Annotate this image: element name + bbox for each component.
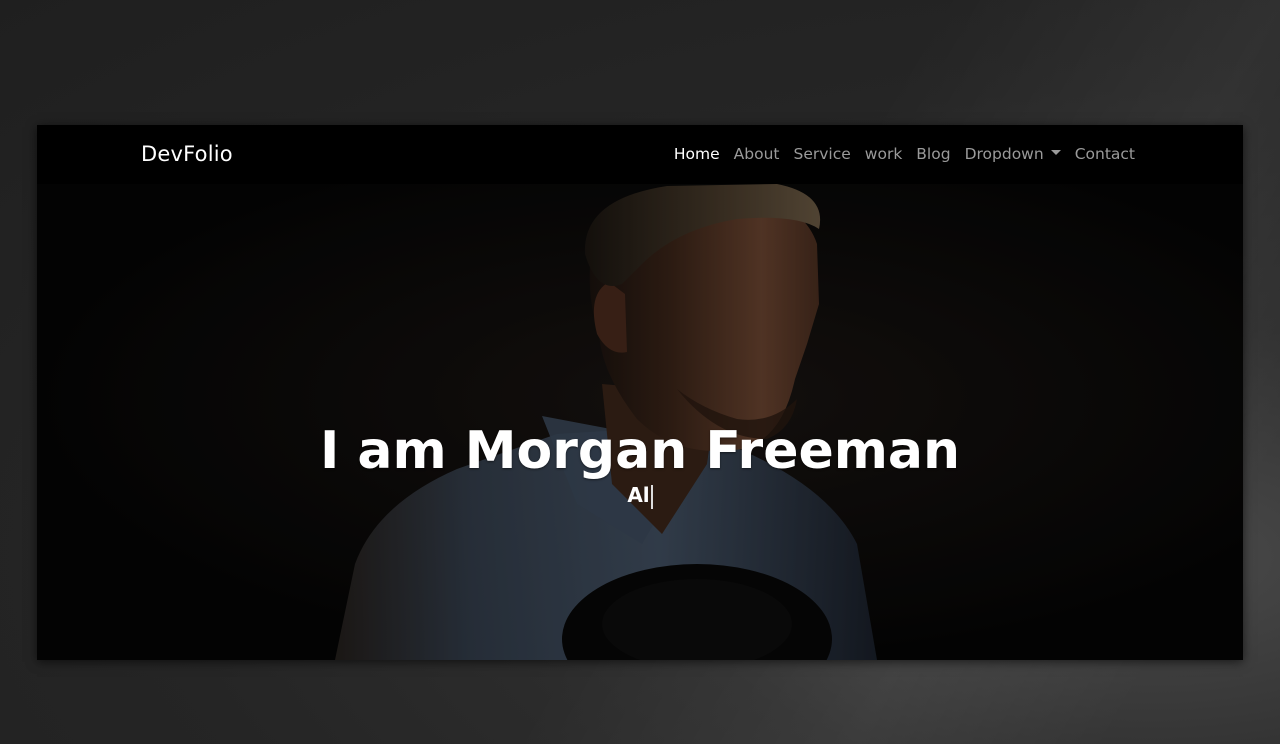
typed-text: Al	[627, 483, 650, 507]
hero-title: I am Morgan Freeman	[319, 420, 961, 481]
hero-typed-text: Al	[37, 482, 1243, 509]
nav-link-contact[interactable]: Contact	[1075, 144, 1135, 164]
nav-dropdown[interactable]: Dropdown	[965, 144, 1061, 164]
nav-link-home[interactable]: Home	[674, 144, 720, 164]
caret-down-icon	[1050, 150, 1061, 155]
nav-link-blog[interactable]: Blog	[916, 144, 950, 164]
website-screenshot-frame: DevFolio Home About Service work Blog Dr…	[37, 125, 1243, 660]
text-cursor	[650, 484, 653, 509]
nav-link-service[interactable]: Service	[793, 144, 850, 164]
nav-link-about[interactable]: About	[734, 144, 780, 164]
nav-links: Home About Service work Blog Dropdown Co…	[674, 144, 1135, 164]
navbar: DevFolio Home About Service work Blog Dr…	[37, 125, 1243, 184]
brand-logo[interactable]: DevFolio	[141, 141, 233, 167]
nav-dropdown-label: Dropdown	[964, 145, 1044, 163]
hero-section: I am Morgan Freeman Al	[37, 184, 1243, 660]
nav-link-work[interactable]: work	[865, 144, 903, 164]
